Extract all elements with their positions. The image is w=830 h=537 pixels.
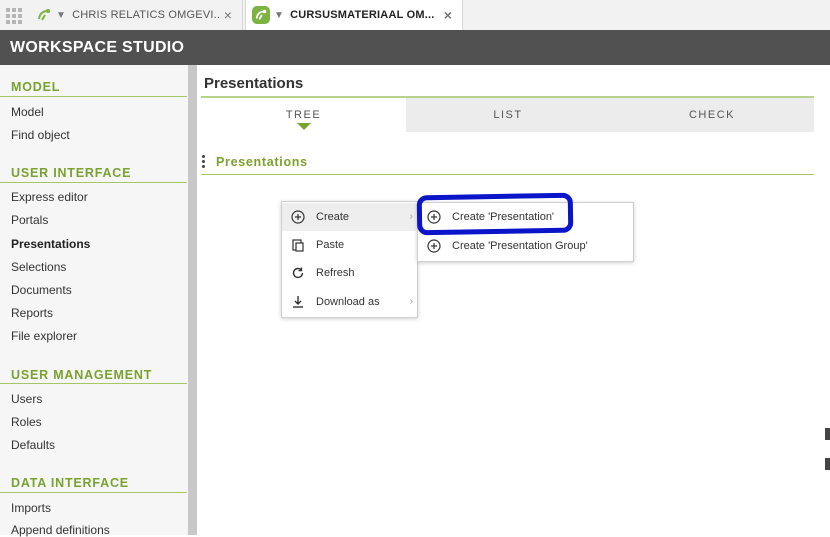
section-divider bbox=[0, 383, 187, 384]
menu-item-label: Refresh bbox=[316, 267, 355, 279]
page-title: Presentations bbox=[204, 75, 304, 92]
tab-label: CHRIS RELATICS OMGEVI... bbox=[72, 9, 220, 21]
view-tabs: TREE LIST CHECK bbox=[201, 98, 814, 132]
sidebar-section-data-interface: DATA INTERFACE bbox=[11, 476, 129, 490]
tab-chris-relatics[interactable]: ▼ CHRIS RELATICS OMGEVI... × bbox=[30, 0, 243, 30]
menu-item-create[interactable]: Create › bbox=[282, 203, 417, 231]
sidebar-item-portals[interactable]: Portals bbox=[11, 213, 48, 227]
active-tab-pointer-icon bbox=[296, 123, 311, 130]
sidebar-section-model: MODEL bbox=[11, 80, 61, 94]
browser-tab-bar: ▼ CHRIS RELATICS OMGEVI... × ▼ CURSUSMAT… bbox=[0, 0, 830, 31]
chevron-right-icon: › bbox=[409, 296, 413, 307]
tab-tree-label: TREE bbox=[285, 109, 322, 121]
app-title: WORKSPACE STUDIO bbox=[10, 39, 185, 56]
plus-circle-icon bbox=[427, 239, 441, 253]
sidebar-scrollbar[interactable] bbox=[188, 65, 197, 535]
menu-item-label: Create 'Presentation Group' bbox=[452, 240, 588, 252]
menu-item-label: Download as bbox=[316, 296, 380, 308]
tab-cursusmateriaal[interactable]: ▼ CURSUSMATERIAAL OM... × bbox=[245, 0, 463, 30]
sidebar-item-selections[interactable]: Selections bbox=[11, 260, 66, 274]
plus-circle-icon bbox=[427, 210, 441, 224]
section-divider bbox=[0, 96, 187, 97]
sidebar-item-find-object[interactable]: Find object bbox=[11, 128, 70, 142]
create-submenu: Create 'Presentation' Create 'Presentati… bbox=[417, 202, 634, 262]
chevron-down-icon[interactable]: ▼ bbox=[56, 10, 66, 21]
paste-icon bbox=[291, 238, 305, 252]
tab-list[interactable]: LIST bbox=[406, 98, 610, 132]
sidebar-item-roles[interactable]: Roles bbox=[11, 415, 42, 429]
sidebar-section-user-management: USER MANAGEMENT bbox=[11, 368, 153, 382]
relatics-logo-icon bbox=[38, 9, 50, 21]
close-icon[interactable]: × bbox=[440, 7, 456, 23]
heading-divider bbox=[201, 174, 814, 175]
relatics-logo-icon bbox=[252, 6, 270, 24]
tab-list-label: LIST bbox=[493, 109, 523, 121]
refresh-icon bbox=[291, 266, 305, 280]
sidebar-item-express-editor[interactable]: Express editor bbox=[11, 190, 88, 204]
menu-item-label: Create 'Presentation' bbox=[452, 211, 555, 223]
sidebar-item-model[interactable]: Model bbox=[11, 105, 44, 119]
download-icon bbox=[291, 295, 305, 309]
tab-check-label: CHECK bbox=[688, 109, 735, 121]
context-menu: Create › Paste Refresh Download as › bbox=[281, 201, 418, 318]
plus-circle-icon bbox=[291, 210, 305, 224]
close-icon[interactable]: × bbox=[220, 7, 236, 23]
menu-item-label: Paste bbox=[316, 239, 345, 251]
sidebar-item-imports[interactable]: Imports bbox=[11, 501, 51, 515]
menu-item-paste[interactable]: Paste bbox=[282, 231, 417, 259]
sidebar-item-presentations[interactable]: Presentations bbox=[11, 237, 90, 251]
chevron-right-icon: › bbox=[409, 211, 413, 222]
resize-handle[interactable] bbox=[817, 428, 830, 473]
sidebar-section-user-interface: USER INTERFACE bbox=[11, 166, 132, 180]
section-divider bbox=[0, 492, 187, 493]
sidebar-item-file-explorer[interactable]: File explorer bbox=[11, 329, 77, 343]
section-divider bbox=[0, 182, 187, 183]
tab-check[interactable]: CHECK bbox=[610, 98, 814, 132]
menu-item-label: Create bbox=[316, 211, 350, 223]
sidebar: MODEL Model Find object USER INTERFACE E… bbox=[0, 65, 188, 537]
kebab-menu-icon[interactable] bbox=[202, 155, 206, 169]
app-header: WORKSPACE STUDIO bbox=[0, 30, 830, 65]
apps-grid-icon[interactable] bbox=[6, 8, 22, 24]
tab-label: CURSUSMATERIAAL OM... bbox=[290, 9, 435, 21]
tree-root-presentations[interactable]: Presentations bbox=[216, 155, 308, 169]
menu-item-refresh[interactable]: Refresh bbox=[282, 259, 417, 287]
menu-item-create-presentation-group[interactable]: Create 'Presentation Group' bbox=[418, 232, 633, 260]
sidebar-item-users[interactable]: Users bbox=[11, 392, 42, 406]
chevron-down-icon[interactable]: ▼ bbox=[274, 10, 284, 21]
menu-item-download-as[interactable]: Download as › bbox=[282, 288, 417, 316]
sidebar-item-defaults[interactable]: Defaults bbox=[11, 438, 55, 452]
sidebar-item-documents[interactable]: Documents bbox=[11, 283, 72, 297]
tab-tree[interactable]: TREE bbox=[201, 98, 406, 132]
menu-item-create-presentation[interactable]: Create 'Presentation' bbox=[418, 203, 633, 231]
sidebar-item-reports[interactable]: Reports bbox=[11, 306, 53, 320]
